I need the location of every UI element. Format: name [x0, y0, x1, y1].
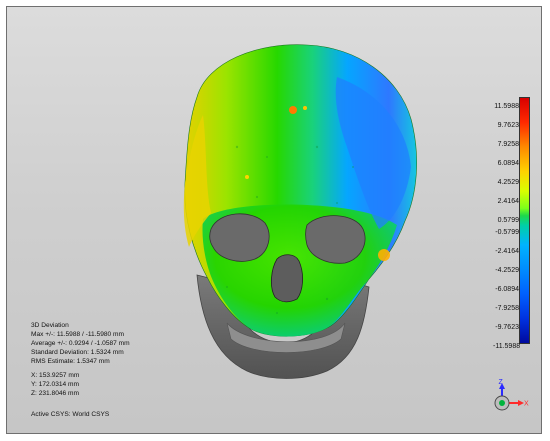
legend-tick-label: -6.0894	[495, 286, 519, 293]
viewport-frame: 11.5988 9.7623 7.9258 6.0894 4.2529 2.41…	[6, 6, 542, 434]
legend-tick-label: -9.7623	[495, 324, 519, 331]
standard-deviation: Standard Deviation: 1.5324 mm	[31, 349, 124, 356]
deviation-title: 3D Deviation	[31, 322, 69, 329]
axis-x-label: X	[524, 401, 529, 408]
legend-tick-label: 11.5988	[494, 103, 519, 110]
legend-tick-label: 4.2529	[497, 179, 519, 186]
max-deviation: Max +/-: 11.5988 / -11.5980 mm	[31, 331, 125, 338]
active-csys: Active CSYS: World CSYS	[31, 411, 110, 418]
legend-tick-label: 2.4164	[497, 198, 519, 205]
coord-z: Z: 231.8046 mm	[31, 390, 80, 397]
axis-triad-icon[interactable]: Z X	[485, 377, 531, 419]
legend-tick-label: 9.7623	[497, 122, 519, 129]
coord-x: X: 153.9257 mm	[31, 372, 80, 379]
coord-y: Y: 172.0314 mm	[31, 381, 80, 388]
axis-z-label: Z	[499, 379, 504, 386]
legend-tick-label: -2.4164	[495, 248, 519, 255]
legend-tick-label: -11.5988	[493, 343, 521, 350]
rms-estimate: RMS Estimate: 1.5347 mm	[31, 358, 110, 365]
legend-tick-label: -4.2529	[495, 267, 519, 274]
legend-tick-label: -0.5799	[495, 229, 519, 236]
legend-tick-label: 7.9258	[497, 141, 519, 148]
3d-viewport[interactable]: 11.5988 9.7623 7.9258 6.0894 4.2529 2.41…	[7, 7, 541, 433]
average-deviation: Average +/-: 0.9294 / -1.0587 mm	[31, 340, 130, 347]
legend-tick-label: -7.9258	[495, 305, 519, 312]
legend-tick-label: 6.0894	[497, 160, 519, 167]
legend-tick-label: 0.5799	[497, 217, 519, 224]
deviation-color-scale	[519, 97, 530, 344]
skull-model[interactable]	[7, 7, 541, 433]
